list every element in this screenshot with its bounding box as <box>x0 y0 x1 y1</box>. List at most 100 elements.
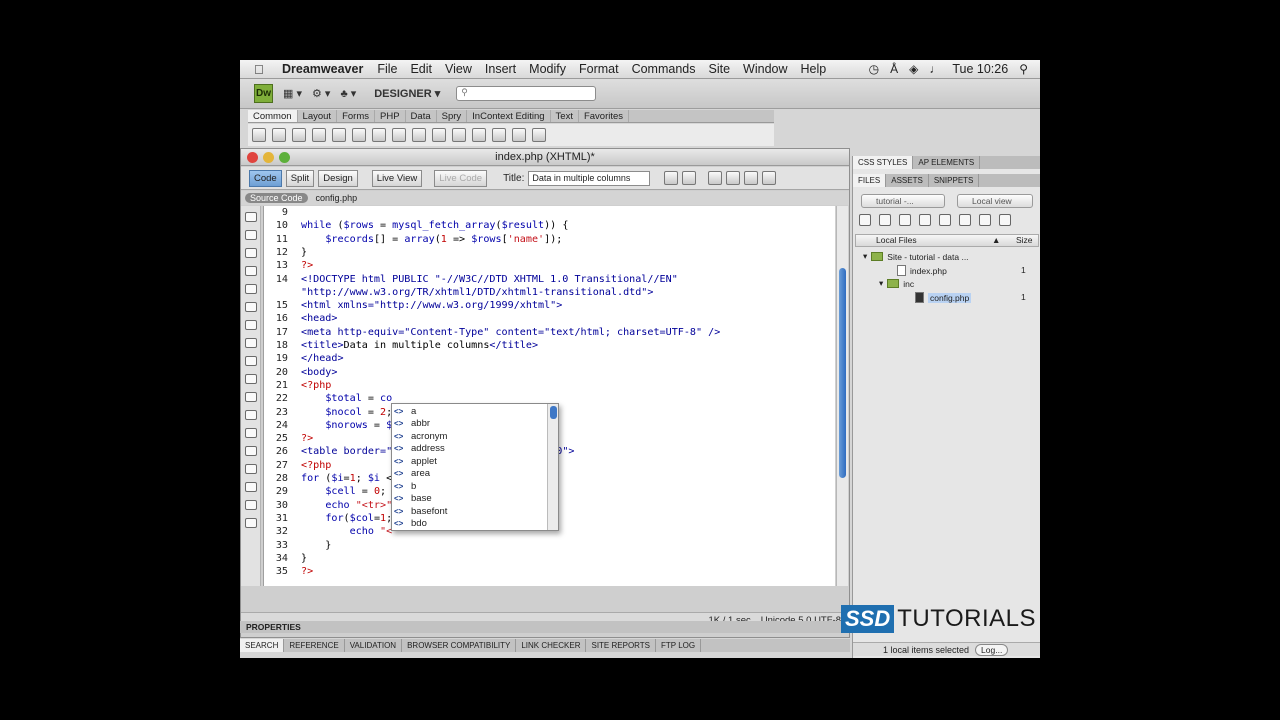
line-numbers-icon[interactable] <box>244 338 257 348</box>
outdent-code-icon[interactable] <box>244 500 257 510</box>
tab-snippets[interactable]: SNIPPETS <box>929 174 980 187</box>
put-files-icon[interactable] <box>919 214 931 226</box>
tree-file-config[interactable]: config.php <box>915 292 972 303</box>
hyperlink-icon[interactable] <box>252 128 266 142</box>
code-line[interactable]: <?php <box>301 460 331 471</box>
collapse-full-tag-icon[interactable] <box>244 248 257 258</box>
properties-panel-header[interactable]: PROPERTIES <box>240 621 850 633</box>
tag-chooser-icon[interactable] <box>532 128 546 142</box>
extend-icon[interactable]: ⚙ ▾ <box>312 87 330 100</box>
div-icon[interactable] <box>352 128 366 142</box>
code-line[interactable]: ?> <box>301 566 313 577</box>
menu-help[interactable]: Help <box>801 62 827 76</box>
time-machine-icon[interactable]: ◷ <box>869 62 879 76</box>
date-icon[interactable] <box>412 128 426 142</box>
tab-spry[interactable]: Spry <box>437 110 468 122</box>
wrap-tag-icon[interactable] <box>244 428 257 438</box>
images-icon[interactable] <box>372 128 386 142</box>
preview-browser-icon[interactable] <box>682 171 697 185</box>
tab-common[interactable]: Common <box>248 110 298 122</box>
volume-icon[interactable]: ♩ <box>929 62 941 76</box>
check-out-icon[interactable] <box>939 214 951 226</box>
format-source-icon[interactable] <box>244 518 257 528</box>
tab-search[interactable]: SEARCH <box>240 639 285 652</box>
select-parent-tag-icon[interactable] <box>244 302 257 312</box>
code-line[interactable]: <html xmlns="http://www.w3.org/1999/xhtm… <box>301 300 562 311</box>
code-line[interactable]: $norows = $ <box>301 420 392 431</box>
code-hint-item[interactable]: <> bdo <box>394 518 427 530</box>
tab-data[interactable]: Data <box>406 110 437 122</box>
menu-commands[interactable]: Commands <box>632 62 696 76</box>
balance-braces-icon[interactable] <box>244 320 257 330</box>
design-view-button[interactable]: Design <box>318 169 358 187</box>
scrollbar-thumb[interactable] <box>839 268 846 478</box>
code-line[interactable]: "http://www.w3.org/TR/xhtml1/DTD/xhtml1-… <box>301 287 653 298</box>
tab-ap-elements[interactable]: AP ELEMENTS <box>913 156 981 169</box>
source-code-tab[interactable]: Source Code <box>245 193 308 203</box>
tab-text[interactable]: Text <box>551 110 579 122</box>
email-link-icon[interactable] <box>272 128 286 142</box>
code-line[interactable]: $cell = 0; <box>301 486 386 497</box>
related-file-config[interactable]: config.php <box>316 193 358 203</box>
code-view-button[interactable]: Code <box>249 169 282 187</box>
layout-menu-icon[interactable]: ▦ ▾ <box>283 87 302 100</box>
workspace-switcher[interactable]: DESIGNER ▾ <box>374 87 440 100</box>
size-column[interactable]: Size <box>1016 235 1033 246</box>
code-line[interactable]: for ($i=1; $i < <box>301 473 392 484</box>
tab-assets[interactable]: ASSETS <box>886 174 929 187</box>
code-line[interactable]: } <box>301 247 307 258</box>
code-line[interactable]: <head> <box>301 313 337 324</box>
spotlight-search-icon[interactable]: ⚲ <box>1019 62 1028 76</box>
head-icon[interactable] <box>472 128 486 142</box>
title-input[interactable]: Data in multiple columns <box>528 170 651 186</box>
synchronize-icon[interactable] <box>979 214 991 226</box>
zoom-icon[interactable] <box>279 152 290 163</box>
file-management-icon[interactable] <box>664 171 679 185</box>
code-line[interactable]: echo "< <box>301 526 393 537</box>
live-view-button[interactable]: Live View <box>371 169 423 187</box>
site-icon[interactable]: ♣ ▾ <box>340 87 356 100</box>
split-view-button[interactable]: Split <box>285 169 315 187</box>
code-line[interactable]: ?> <box>301 260 313 271</box>
code-line[interactable]: echo "<tr>" <box>301 500 392 511</box>
check-page-icon[interactable] <box>762 171 777 185</box>
named-anchor-icon[interactable] <box>292 128 306 142</box>
code-line[interactable]: <title>Data in multiple columns</title> <box>301 340 538 351</box>
code-line[interactable]: <body> <box>301 367 337 378</box>
get-files-icon[interactable] <box>899 214 911 226</box>
live-code-button[interactable]: Live Code <box>434 169 488 187</box>
code-hint-item[interactable]: <> acronym <box>394 430 447 442</box>
highlight-invalid-code-icon[interactable] <box>244 356 257 366</box>
tab-css-styles[interactable]: CSS STYLES <box>853 156 914 169</box>
horizontal-rule-icon[interactable] <box>312 128 326 142</box>
code-line[interactable]: while ($rows = mysql_fetch_array($result… <box>301 220 568 231</box>
comment-icon[interactable] <box>452 128 466 142</box>
code-hints-popup[interactable]: <> a <> abbr <> acronym <> address <> applet <> are… <box>391 403 559 531</box>
menu-file[interactable]: File <box>377 62 397 76</box>
apply-comment-icon[interactable] <box>244 392 257 402</box>
code-line[interactable]: } <box>301 553 307 564</box>
code-hint-item[interactable]: <> abbr <box>394 418 430 430</box>
check-in-icon[interactable] <box>959 214 971 226</box>
bluetooth-icon[interactable]: Å <box>890 62 898 76</box>
code-line[interactable]: <!DOCTYPE html PUBLIC "-//W3C//DTD XHTML… <box>301 274 678 285</box>
tree-folder-inc[interactable]: ▾ inc <box>879 278 914 289</box>
connect-icon[interactable] <box>859 214 871 226</box>
remove-comment-icon[interactable] <box>244 410 257 420</box>
code-line[interactable]: ?> <box>301 433 313 444</box>
menu-insert[interactable]: Insert <box>485 62 516 76</box>
move-css-icon[interactable] <box>244 464 257 474</box>
tab-ftp-log[interactable]: FTP LOG <box>656 639 702 652</box>
script-icon[interactable] <box>492 128 506 142</box>
tab-site-reports[interactable]: SITE REPORTS <box>586 639 657 652</box>
tab-php[interactable]: PHP <box>375 110 406 122</box>
code-hint-item[interactable]: <> area <box>394 468 430 480</box>
code-line[interactable]: $total = co <box>301 393 392 404</box>
collapse-selection-icon[interactable] <box>244 266 257 276</box>
tree-file-index[interactable]: index.php <box>897 265 947 276</box>
view-options-icon[interactable] <box>726 171 741 185</box>
minimize-icon[interactable] <box>263 152 274 163</box>
menu-view[interactable]: View <box>445 62 472 76</box>
table-icon[interactable] <box>332 128 346 142</box>
tab-validation[interactable]: VALIDATION <box>345 639 403 652</box>
